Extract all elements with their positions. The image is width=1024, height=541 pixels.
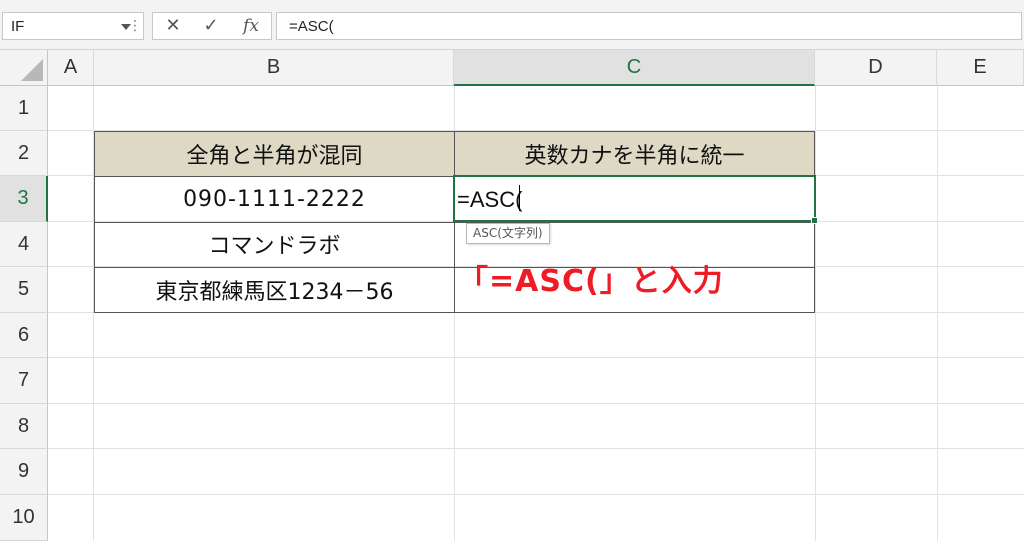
enter-icon[interactable]: ✓: [195, 13, 227, 39]
row-header-2[interactable]: 2: [0, 131, 48, 176]
worksheet-grid: A B C D E 1 2 3 4 5 6 7 8 9 10 全角と半角が混同 …: [0, 50, 1024, 541]
annotation-text: 「=ASC(」と入力: [458, 264, 724, 299]
row-header-9[interactable]: 9: [0, 449, 48, 495]
row-header-4[interactable]: 4: [0, 222, 48, 267]
cell-b3[interactable]: 090-1111-2222: [95, 177, 454, 221]
gridline: [48, 312, 1024, 313]
gridline: [48, 494, 1024, 495]
insert-function-icon[interactable]: fx: [235, 13, 267, 39]
gridline: [48, 448, 1024, 449]
row-header-3[interactable]: 3: [0, 176, 48, 222]
gridline: [937, 86, 938, 541]
name-box[interactable]: IF: [2, 12, 144, 40]
column-header-a[interactable]: A: [48, 50, 94, 86]
active-cell-c3[interactable]: =ASC(: [453, 175, 816, 222]
row-header-10[interactable]: 10: [0, 495, 48, 541]
formula-bar: IF ⋮ ✕ ✓ fx =ASC(: [0, 0, 1024, 50]
select-all-icon: [21, 59, 43, 81]
gridline: [93, 86, 94, 541]
gridline: [815, 86, 816, 541]
fill-handle[interactable]: [811, 217, 818, 224]
cell-b5[interactable]: 東京都練馬区1234－56: [95, 268, 454, 312]
column-header-c[interactable]: C: [454, 50, 815, 86]
cell-b4[interactable]: コマンドラボ: [95, 222, 454, 266]
name-box-value: IF: [11, 18, 25, 35]
gridline: [48, 130, 1024, 131]
row-header-1[interactable]: 1: [0, 86, 48, 131]
text-caret: [519, 185, 520, 211]
function-tooltip[interactable]: ASC(文字列): [466, 223, 550, 244]
row-header-8[interactable]: 8: [0, 404, 48, 449]
formula-input[interactable]: =ASC(: [276, 12, 1022, 40]
cell-edit-text: =ASC(: [457, 187, 523, 212]
more-options-icon[interactable]: ⋮: [128, 12, 142, 40]
cell-b2[interactable]: 全角と半角が混同: [95, 132, 454, 176]
cell-c2[interactable]: 英数カナを半角に統一: [455, 132, 814, 176]
cancel-icon[interactable]: ✕: [157, 13, 189, 39]
table-divider: [94, 222, 815, 223]
row-header-7[interactable]: 7: [0, 358, 48, 404]
gridline: [48, 357, 1024, 358]
column-header-e[interactable]: E: [937, 50, 1024, 86]
column-header-b[interactable]: B: [94, 50, 454, 86]
row-header-6[interactable]: 6: [0, 313, 48, 358]
formula-buttons: ✕ ✓ fx: [152, 12, 272, 40]
formula-text: =ASC(: [289, 18, 334, 35]
row-header-5[interactable]: 5: [0, 267, 48, 313]
gridline: [48, 403, 1024, 404]
select-all-button[interactable]: [0, 50, 48, 86]
column-header-d[interactable]: D: [815, 50, 937, 86]
